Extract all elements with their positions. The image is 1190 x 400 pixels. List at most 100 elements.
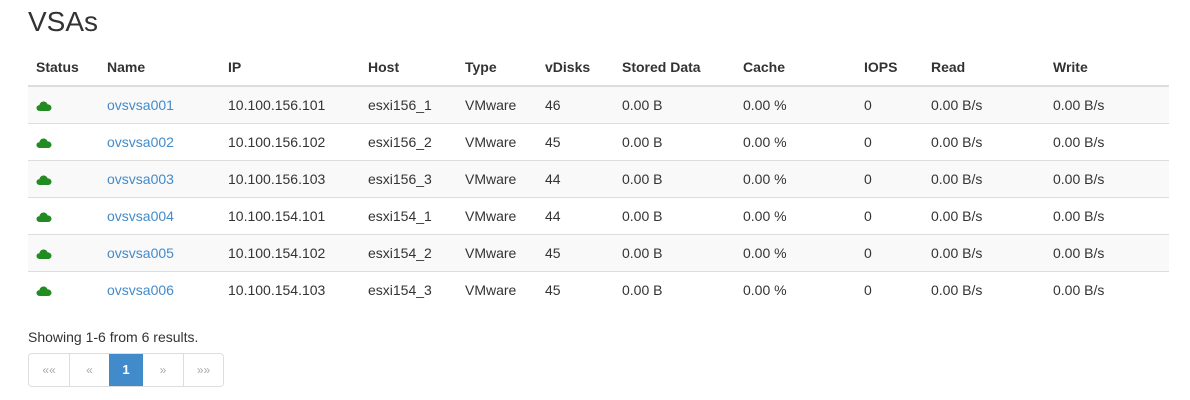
previous-page-button[interactable]: « — [69, 354, 109, 386]
column-header-name[interactable]: Name — [99, 49, 220, 87]
column-header-ip[interactable]: IP — [220, 49, 360, 87]
column-header-status[interactable]: Status — [28, 49, 99, 87]
stored-data-cell: 0.00 B — [614, 86, 735, 124]
ip-cell: 10.100.156.102 — [220, 123, 360, 161]
write-cell: 0.00 B/s — [1045, 271, 1169, 308]
iops-cell: 0 — [856, 160, 923, 198]
cache-cell: 0.00 % — [735, 123, 856, 161]
cache-cell: 0.00 % — [735, 160, 856, 198]
type-cell: VMware — [457, 271, 537, 308]
cloud-icon — [36, 175, 52, 186]
host-cell: esxi154_2 — [360, 234, 457, 272]
vdisks-cell: 45 — [537, 123, 614, 161]
cache-cell: 0.00 % — [735, 86, 856, 124]
name-cell: ovsvsa003 — [99, 160, 220, 198]
iops-cell: 0 — [856, 123, 923, 161]
column-header-cache[interactable]: Cache — [735, 49, 856, 87]
status-cell — [28, 160, 99, 198]
table-row: ovsvsa003 10.100.156.103 esxi156_3 VMware 44… — [28, 160, 1169, 198]
host-cell: esxi154_1 — [360, 197, 457, 235]
name-cell: ovsvsa002 — [99, 123, 220, 161]
next-page-button[interactable]: » — [143, 354, 183, 386]
table-row: ovsvsa004 10.100.154.101 esxi154_1 VMware 44… — [28, 197, 1169, 235]
read-cell: 0.00 B/s — [923, 197, 1045, 235]
column-header-write[interactable]: Write — [1045, 49, 1169, 87]
host-cell: esxi156_3 — [360, 160, 457, 198]
iops-cell: 0 — [856, 197, 923, 235]
read-cell: 0.00 B/s — [923, 160, 1045, 198]
ip-cell: 10.100.156.103 — [220, 160, 360, 198]
stored-data-cell: 0.00 B — [614, 197, 735, 235]
vdisks-cell: 44 — [537, 160, 614, 198]
cloud-icon — [36, 286, 52, 297]
stored-data-cell: 0.00 B — [614, 234, 735, 272]
read-cell: 0.00 B/s — [923, 234, 1045, 272]
stored-data-cell: 0.00 B — [614, 160, 735, 198]
results-summary: Showing 1-6 from 6 results. — [28, 329, 199, 345]
iops-cell: 0 — [856, 234, 923, 272]
table-row: ovsvsa005 10.100.154.102 esxi154_2 VMware 45… — [28, 234, 1169, 272]
cloud-icon — [36, 138, 52, 149]
ip-cell: 10.100.154.103 — [220, 271, 360, 308]
iops-cell: 0 — [856, 86, 923, 124]
host-cell: esxi156_2 — [360, 123, 457, 161]
column-header-type[interactable]: Type — [457, 49, 537, 87]
ip-cell: 10.100.154.101 — [220, 197, 360, 235]
cache-cell: 0.00 % — [735, 234, 856, 272]
first-page-button[interactable]: «« — [29, 354, 69, 386]
page-title: VSAs — [28, 6, 99, 37]
column-header-iops[interactable]: IOPS — [856, 49, 923, 87]
name-cell: ovsvsa001 — [99, 86, 220, 124]
status-cell — [28, 123, 99, 161]
current-page-button[interactable]: 1 — [109, 354, 143, 386]
cache-cell: 0.00 % — [735, 197, 856, 235]
pagination: «« « 1 » »» — [28, 353, 224, 387]
read-cell: 0.00 B/s — [923, 86, 1045, 124]
host-cell: esxi154_3 — [360, 271, 457, 308]
write-cell: 0.00 B/s — [1045, 160, 1169, 198]
cache-cell: 0.00 % — [735, 271, 856, 308]
last-page-button[interactable]: »» — [183, 354, 223, 386]
name-cell: ovsvsa004 — [99, 197, 220, 235]
table-row: ovsvsa001 10.100.156.101 esxi156_1 VMware 46… — [28, 86, 1169, 124]
column-header-vdisks[interactable]: vDisks — [537, 49, 614, 87]
name-cell: ovsvsa005 — [99, 234, 220, 272]
column-header-stored-data[interactable]: Stored Data — [614, 49, 735, 87]
ip-cell: 10.100.156.101 — [220, 86, 360, 124]
write-cell: 0.00 B/s — [1045, 234, 1169, 272]
status-cell — [28, 271, 99, 308]
status-cell — [28, 86, 99, 124]
vsa-name-link[interactable]: ovsvsa005 — [107, 245, 174, 261]
column-header-read[interactable]: Read — [923, 49, 1045, 87]
read-cell: 0.00 B/s — [923, 271, 1045, 308]
ip-cell: 10.100.154.102 — [220, 234, 360, 272]
host-cell: esxi156_1 — [360, 86, 457, 124]
read-cell: 0.00 B/s — [923, 123, 1045, 161]
write-cell: 0.00 B/s — [1045, 86, 1169, 124]
vdisks-cell: 44 — [537, 197, 614, 235]
vsa-name-link[interactable]: ovsvsa001 — [107, 97, 174, 113]
type-cell: VMware — [457, 197, 537, 235]
stored-data-cell: 0.00 B — [614, 123, 735, 161]
cloud-icon — [36, 101, 52, 112]
table-header-row: Status Name IP Host Type vDisks Stored D… — [28, 49, 1169, 87]
status-cell — [28, 234, 99, 272]
table-row: ovsvsa006 10.100.154.103 esxi154_3 VMware 45… — [28, 271, 1169, 308]
vsa-name-link[interactable]: ovsvsa003 — [107, 171, 174, 187]
vsa-table: Status Name IP Host Type vDisks Stored D… — [28, 49, 1169, 308]
iops-cell: 0 — [856, 271, 923, 308]
vsa-name-link[interactable]: ovsvsa004 — [107, 208, 174, 224]
cloud-icon — [36, 249, 52, 260]
write-cell: 0.00 B/s — [1045, 197, 1169, 235]
type-cell: VMware — [457, 86, 537, 124]
stored-data-cell: 0.00 B — [614, 271, 735, 308]
type-cell: VMware — [457, 160, 537, 198]
vsa-name-link[interactable]: ovsvsa002 — [107, 134, 174, 150]
name-cell: ovsvsa006 — [99, 271, 220, 308]
status-cell — [28, 197, 99, 235]
vsa-name-link[interactable]: ovsvsa006 — [107, 282, 174, 298]
table-row: ovsvsa002 10.100.156.102 esxi156_2 VMware 45… — [28, 123, 1169, 161]
column-header-host[interactable]: Host — [360, 49, 457, 87]
type-cell: VMware — [457, 123, 537, 161]
vdisks-cell: 45 — [537, 271, 614, 308]
